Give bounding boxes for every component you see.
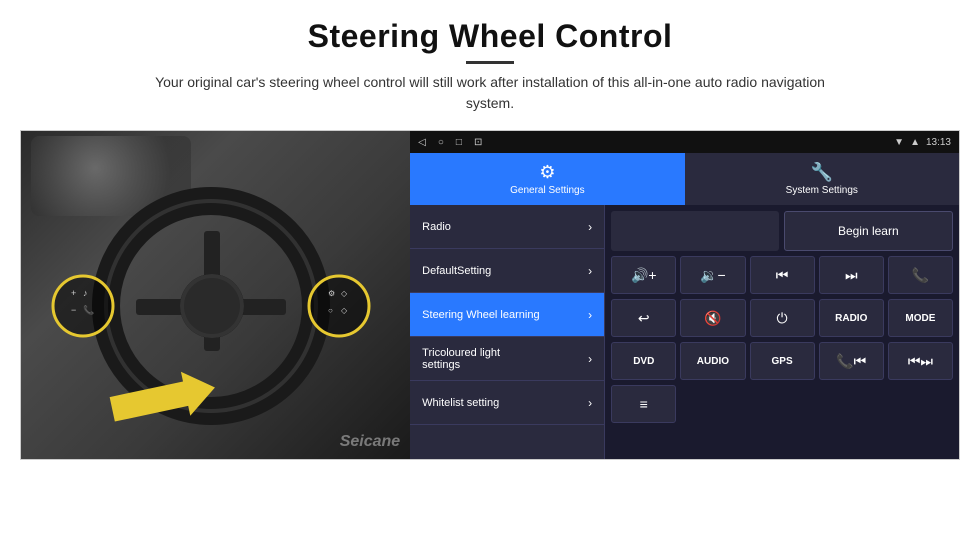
menu-list-button[interactable]: ≡ [611,385,676,423]
watermark: Seicane [340,433,400,451]
mode-button[interactable]: MODE [888,299,953,337]
mute-icon: 🔇 [704,310,721,327]
button-row-4: ≡ [611,385,953,423]
vol-up-icon: 🔊+ [631,267,657,284]
next-track-button[interactable]: ⏭ [819,256,884,294]
button-row-3: DVD AUDIO GPS 📞⏮ ⏮⏭ [611,342,953,380]
left-menu: Radio › DefaultSetting › Steering Wheel … [410,205,605,460]
prev-track-button[interactable]: ⏮ [750,256,815,294]
prev-track-icon: ⏮ [776,267,789,284]
menu-item-whitelist[interactable]: Whitelist setting › [410,381,604,425]
svg-text:◇: ◇ [341,306,348,315]
tab-bar: ⚙ General Settings 🔧 System Settings [410,153,959,205]
tab-system-label: System Settings [786,185,858,196]
chevron-icon-tricolour: › [588,352,592,366]
chevron-icon-default: › [588,264,592,278]
subtitle: Your original car's steering wheel contr… [150,72,830,114]
begin-learn-button[interactable]: Begin learn [784,211,953,251]
back-icon: ◁ [418,137,426,148]
radio-label: RADIO [835,313,867,324]
empty-assignment-box [611,211,778,251]
menu-item-tricolour-label: Tricoloured lightsettings [422,347,500,371]
call-prev-icon: 📞⏮ [836,353,866,370]
page-title: Steering Wheel Control [150,18,830,55]
power-icon: ⏻ [777,310,788,327]
svg-text:📞: 📞 [83,304,95,315]
begin-learn-label: Begin learn [838,224,899,238]
prev-next-icon: ⏮⏭ [908,353,933,370]
mute-button[interactable]: 🔇 [680,299,745,337]
home-icon: ○ [438,137,444,148]
svg-text:◇: ◇ [341,289,348,298]
tab-general[interactable]: ⚙ General Settings [410,153,684,205]
vol-down-button[interactable]: 🔉− [680,256,745,294]
button-row-1: 🔊+ 🔉− ⏮ ⏭ 📞 [611,256,953,294]
vol-down-icon: 🔉− [700,267,726,284]
main-content: Radio › DefaultSetting › Steering Wheel … [410,205,959,460]
power-button[interactable]: ⏻ [750,299,815,337]
prev-next-button[interactable]: ⏮⏭ [888,342,953,380]
general-settings-icon: ⚙ [539,162,555,183]
status-right: ▼ ▲ 13:13 [894,137,951,148]
gps-button[interactable]: GPS [750,342,815,380]
mode-label: MODE [905,313,935,324]
svg-text:♪: ♪ [83,288,88,298]
audio-button[interactable]: AUDIO [680,342,745,380]
content-area: + ♪ − 📞 ⚙ ◇ ○ ◇ Seicane [20,130,960,460]
svg-text:+: + [71,288,76,298]
menu-item-default[interactable]: DefaultSetting › [410,249,604,293]
chevron-icon-whitelist: › [588,396,592,410]
audio-label: AUDIO [697,356,729,367]
chevron-icon-steering: › [588,308,592,322]
menu-item-default-label: DefaultSetting [422,265,491,277]
back-call-icon: ↩ [638,310,650,327]
dvd-button[interactable]: DVD [611,342,676,380]
menu-icon: ⊡ [474,137,482,148]
svg-text:○: ○ [328,306,333,315]
call-prev-button[interactable]: 📞⏮ [819,342,884,380]
menu-item-steering-label: Steering Wheel learning [422,309,539,321]
status-left: ◁ ○ □ ⊡ [418,137,482,148]
menu-list-icon: ≡ [640,396,648,412]
arrow-svg [101,371,221,426]
next-track-icon: ⏭ [845,267,858,284]
svg-text:⚙: ⚙ [328,289,335,298]
menu-item-radio[interactable]: Radio › [410,205,604,249]
tab-general-label: General Settings [510,185,585,196]
svg-text:−: − [71,305,76,315]
signal-icon: ▲ [910,137,920,148]
chevron-icon-radio: › [588,220,592,234]
menu-item-steering[interactable]: Steering Wheel learning › [410,293,604,337]
call-button[interactable]: 📞 [888,256,953,294]
right-panel: Begin learn 🔊+ 🔉− ⏮ [605,205,959,460]
system-settings-icon: 🔧 [811,162,833,183]
menu-item-tricolour[interactable]: Tricoloured lightsettings › [410,337,604,381]
ui-panel: ◁ ○ □ ⊡ ▼ ▲ 13:13 ⚙ General Settings [410,131,959,460]
vol-up-button[interactable]: 🔊+ [611,256,676,294]
steering-wheel-image: + ♪ − 📞 ⚙ ◇ ○ ◇ Seicane [21,131,410,460]
dvd-label: DVD [633,356,654,367]
menu-item-whitelist-label: Whitelist setting [422,397,499,409]
menu-item-radio-label: Radio [422,221,451,233]
status-bar: ◁ ○ □ ⊡ ▼ ▲ 13:13 [410,131,959,153]
tab-system[interactable]: 🔧 System Settings [685,153,959,205]
arrow-indicator [101,371,221,426]
title-section: Steering Wheel Control Your original car… [150,18,830,126]
top-row: Begin learn [611,211,953,251]
back-call-button[interactable]: ↩ [611,299,676,337]
gps-label: GPS [772,356,793,367]
recents-icon: □ [456,137,462,148]
button-row-2: ↩ 🔇 ⏻ RADIO MODE [611,299,953,337]
wifi-icon: ▼ [894,137,904,148]
title-divider [466,61,514,64]
clock: 13:13 [926,137,951,148]
radio-button[interactable]: RADIO [819,299,884,337]
call-icon: 📞 [912,267,929,284]
page-wrapper: Steering Wheel Control Your original car… [0,0,980,546]
